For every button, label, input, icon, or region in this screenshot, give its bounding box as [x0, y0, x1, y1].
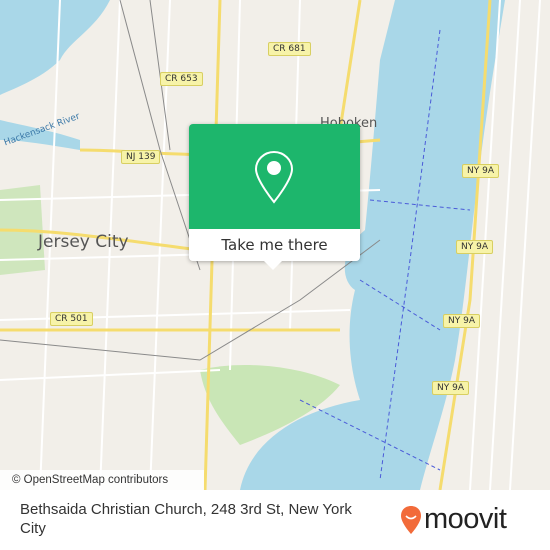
popup-tail [264, 261, 282, 270]
moovit-logo: moovit [400, 503, 507, 536]
attribution[interactable]: © OpenStreetMap contributors [0, 470, 204, 490]
route-shield: NY 9A [443, 314, 480, 328]
route-shield: NY 9A [432, 381, 469, 395]
route-shield: NY 9A [462, 164, 499, 178]
place-label-jersey-city: Jersey City [38, 232, 129, 252]
map[interactable]: CR 681 CR 653 NJ 139 CR 501 NY 9A NY 9A … [0, 0, 550, 490]
moovit-pin-icon [401, 505, 421, 534]
route-shield: CR 501 [50, 312, 93, 326]
route-shield: NY 9A [456, 240, 493, 254]
map-pin-icon [254, 150, 294, 204]
popup-header [189, 124, 360, 229]
address-text: Bethsaida Christian Church, 248 3rd St, … [20, 501, 352, 537]
route-shield: NJ 139 [121, 150, 161, 164]
moovit-wordmark: moovit [424, 503, 507, 535]
hackensack-water [0, 0, 110, 95]
route-shield: CR 653 [160, 72, 203, 86]
route-shield: CR 681 [268, 42, 311, 56]
take-me-there-button[interactable]: Take me there [189, 229, 360, 261]
location-popup: Take me there [189, 124, 360, 270]
